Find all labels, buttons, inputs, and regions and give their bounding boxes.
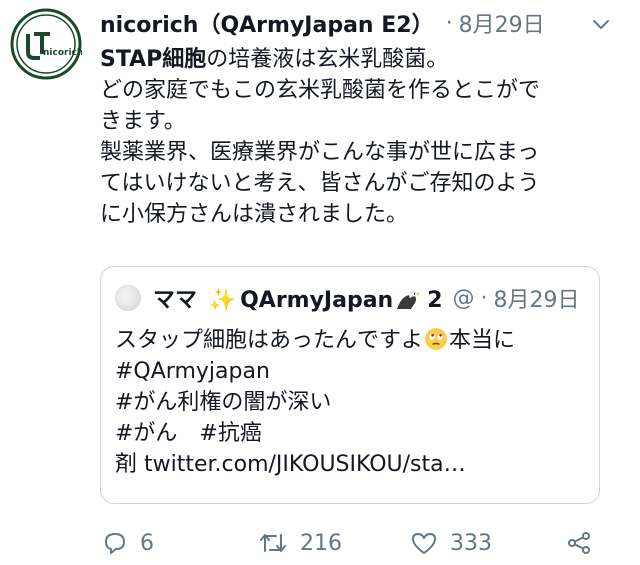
author-name[interactable]: nicorich（QArmyJapan E2） [100,7,434,39]
share-button[interactable] [566,530,604,556]
share-icon [568,532,590,554]
quoted-name: ママ ✨ QArmyJapan 2 [153,282,443,314]
tweet-header: nicorich（QArmyJapan E2） · 8月29日 [100,8,630,38]
tweet-line: てはいけないと考え、皆さんがご存知のよう [100,171,540,196]
quoted-handle: @ [452,285,475,311]
retweet-button[interactable]: 216 [258,530,342,556]
tweet-bold: STAP細胞 [100,47,207,72]
tweet-line: STAP細胞の培養液は玄米乳酸菌。 [100,44,630,75]
tweet-text: STAP細胞の培養液は玄米乳酸菌。 どの家庭でもこの玄米乳酸菌を作るとこがで き… [100,44,630,230]
quoted-date: 8月29日 [493,288,580,313]
tweet-line: きます。 [100,109,186,134]
quoted-text: スタップ細胞はあったんですよ 本当に #QArmyjapan #がん利権の闇が深… [115,325,585,480]
separator-dot: · [445,10,453,36]
retweet-count: 216 [300,530,342,556]
tweet-line: に小保方さんは潰されました。 [100,202,409,227]
quoted-line1-after: 本当に [449,328,516,353]
author-avatar[interactable]: nicorich [10,8,82,80]
quoted-hashtag[interactable]: #がん #抗癌 [115,418,585,449]
eagle-icon [397,292,421,309]
tweet-line: 製薬業界、医療業界がこんな事が世に広まっ [100,140,540,165]
quoted-line: スタップ細胞はあったんですよ 本当に [115,325,585,356]
quoted-avatar [115,285,141,311]
quoted-hashtag[interactable]: #QArmyjapan [115,356,585,387]
quoted-name-suffix: QArmyJapan [240,288,394,313]
tweet-line-rest: の培養液は玄米乳酸菌。 [206,47,449,72]
face-rolling-eyes-icon [425,328,448,350]
quoted-name-number: 2 [427,288,443,313]
retweet-icon [260,534,286,552]
reply-button[interactable]: 6 [102,530,154,556]
like-count: 333 [450,530,492,556]
quoted-line1-before: スタップ細胞はあったんですよ [115,328,424,353]
chevron-down-icon[interactable] [590,13,612,35]
reply-icon [105,533,125,554]
quoted-tweet[interactable]: ママ ✨ QArmyJapan 2 @ · 8月29日 スタップ細胞はあったんです… [100,266,600,504]
sparkles-icon: ✨ [208,288,237,313]
quoted-separator: · [480,285,488,311]
like-button[interactable]: 333 [410,530,492,556]
quoted-header: ママ ✨ QArmyJapan 2 @ · 8月29日 [115,283,585,313]
avatar-label: nicorich [43,48,82,58]
tweet-line: どの家庭でもこの玄米乳酸菌を作るとこがで [100,78,541,103]
quoted-name-prefix: ママ [153,288,198,313]
heart-icon [412,533,436,554]
tweet-date[interactable]: 8月29日 [459,7,545,39]
tweet-actions: 6 216 333 [100,530,620,560]
quoted-link[interactable]: 剤 twitter.com/JIKOUSIKOU/sta… [115,449,585,480]
quoted-hashtag[interactable]: #がん利権の闇が深い [115,387,585,418]
reply-count: 6 [140,530,154,556]
